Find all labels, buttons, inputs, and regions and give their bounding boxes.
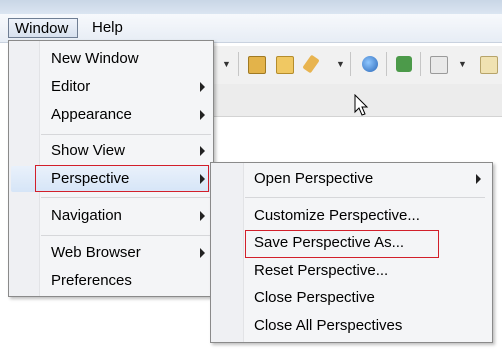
pin-icon[interactable] <box>302 54 320 74</box>
menu-item-label: Open Perspective <box>254 170 374 187</box>
help-icon[interactable] <box>480 56 498 74</box>
toolbar-separator <box>386 52 387 76</box>
mouse-cursor-icon <box>354 94 369 116</box>
menu-item-label: Show View <box>51 142 125 159</box>
run-icon[interactable] <box>396 56 412 72</box>
highlight-box <box>245 230 439 258</box>
menu-item-label: Web Browser <box>51 244 141 261</box>
menu-item-editor[interactable]: Editor <box>41 75 211 99</box>
menu-item-label: New Window <box>51 50 139 67</box>
menu-item-label: Close Perspective <box>254 289 375 306</box>
menu-item-label: Customize Perspective... <box>254 207 420 224</box>
toolbar-separator <box>350 52 351 76</box>
menu-item-label: Preferences <box>51 272 132 289</box>
menu-item-close-all-perspectives[interactable]: Close All Perspectives <box>245 314 485 338</box>
dropdown-arrow-icon[interactable]: ▼ <box>458 59 467 69</box>
submenu-arrow-icon <box>200 248 205 258</box>
menu-separator <box>245 197 485 198</box>
dropdown-arrow-icon[interactable]: ▼ <box>222 59 231 69</box>
menu-item-preferences[interactable]: Preferences <box>41 269 211 293</box>
submenu-arrow-icon <box>476 174 481 184</box>
perspective-submenu: Open Perspective Customize Perspective..… <box>210 162 493 343</box>
menu-item-show-view[interactable]: Show View <box>41 139 211 163</box>
menu-item-label: Appearance <box>51 106 132 123</box>
submenu-arrow-icon <box>200 110 205 120</box>
open-folder-icon[interactable] <box>248 56 266 74</box>
toolbar: ▼ ▼ ▼ <box>214 46 502 84</box>
menu-icon-gutter <box>211 163 244 342</box>
highlight-box <box>35 165 209 192</box>
window-menu: New Window Editor Appearance Show View P… <box>8 40 214 297</box>
menubar: Window Help <box>0 14 502 43</box>
menu-item-reset-perspective[interactable]: Reset Perspective... <box>245 259 485 283</box>
submenu-arrow-icon <box>200 211 205 221</box>
menu-item-navigation[interactable]: Navigation <box>41 204 211 228</box>
menu-item-appearance[interactable]: Appearance <box>41 103 211 127</box>
menu-item-label: Editor <box>51 78 91 95</box>
menu-item-close-perspective[interactable]: Close Perspective <box>245 286 485 310</box>
menu-separator <box>41 235 211 236</box>
menu-item-customize-perspective[interactable]: Customize Perspective... <box>245 204 485 228</box>
window-title-strip <box>0 0 502 14</box>
submenu-arrow-icon <box>200 82 205 92</box>
menu-help[interactable]: Help <box>86 18 130 38</box>
menu-item-label: Reset Perspective... <box>254 262 389 279</box>
dropdown-arrow-icon[interactable]: ▼ <box>336 59 345 69</box>
menu-item-web-browser[interactable]: Web Browser <box>41 241 211 265</box>
globe-icon[interactable] <box>362 56 378 72</box>
submenu-arrow-icon <box>200 146 205 156</box>
menu-window[interactable]: Window <box>8 18 78 38</box>
menu-item-open-perspective[interactable]: Open Perspective <box>245 167 485 191</box>
menu-separator <box>41 197 211 198</box>
folder-icon[interactable] <box>276 56 294 74</box>
toolbar-separator <box>238 52 239 76</box>
page-icon[interactable] <box>430 56 448 74</box>
toolbar-separator <box>420 52 421 76</box>
menu-separator <box>41 134 211 135</box>
menu-item-new-window[interactable]: New Window <box>41 47 211 71</box>
menu-item-label: Navigation <box>51 207 122 224</box>
menu-item-label: Close All Perspectives <box>254 317 403 334</box>
